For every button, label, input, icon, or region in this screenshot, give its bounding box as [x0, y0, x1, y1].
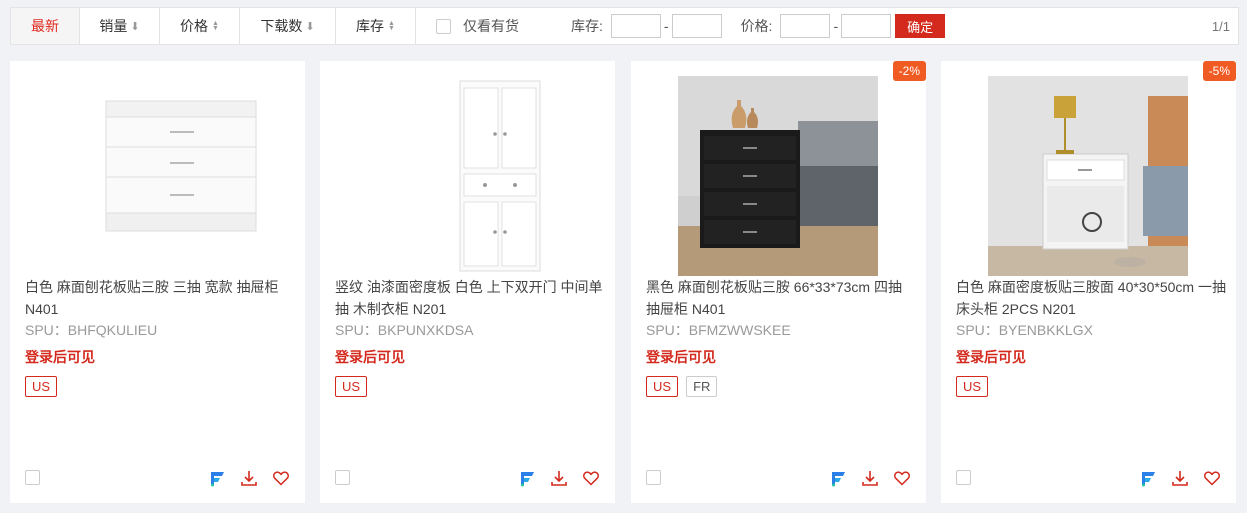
region-tag: US [646, 376, 679, 397]
stock-range: 库存: - [571, 14, 722, 38]
stock-min-input[interactable] [610, 14, 661, 38]
confirm-button[interactable]: 确定 [895, 14, 946, 38]
product-title[interactable]: 白色 麻面刨花板贴三胺 三抽 宽款 抽屉柜 N401 [25, 276, 295, 320]
region-tags: US FR [646, 376, 718, 397]
sort-newest[interactable]: 最新 [11, 8, 80, 44]
login-to-view-price[interactable]: 登录后可见 [646, 347, 716, 367]
sort-label: 价格 [180, 18, 209, 34]
heart-icon[interactable] [582, 469, 600, 487]
region-tag: FR [686, 376, 718, 397]
download-icon[interactable] [1171, 469, 1189, 487]
product-image[interactable] [90, 76, 290, 276]
in-stock-checkbox[interactable] [436, 18, 451, 34]
select-checkbox[interactable] [25, 470, 40, 485]
region-tags: US [335, 376, 368, 397]
card-footer [25, 469, 290, 487]
price-range: 价格: - 确定 [741, 14, 946, 38]
region-tag: US [25, 376, 58, 397]
product-card[interactable]: -2% 黑色 麻面刨花板贴三胺 66*33*73cm 四抽 抽屉柜 N401 S… [631, 61, 926, 503]
product-image[interactable] [678, 76, 878, 276]
sort-price[interactable]: 价格 ▲ ▼ [160, 8, 240, 44]
product-spu: SPU：BKPUNXKDSA [335, 322, 474, 338]
select-checkbox[interactable] [335, 470, 350, 485]
card-footer [335, 469, 600, 487]
region-tags: US [25, 376, 58, 397]
range-separator: - [833, 18, 839, 34]
product-image[interactable] [988, 76, 1188, 276]
sort-updown-icon: ▲ ▼ [388, 20, 395, 32]
product-image[interactable] [400, 76, 600, 276]
product-spu: SPU：BYENBKKLGX [956, 322, 1093, 338]
product-title[interactable]: 白色 麻面密度板贴三胺面 40*30*50cm 一抽 床头柜 2PCS N201 [956, 276, 1226, 320]
sort-label: 下载数 [260, 18, 303, 34]
download-icon[interactable] [550, 469, 568, 487]
region-tag: US [956, 376, 989, 397]
product-card[interactable]: 竖纹 油漆面密度板 白色 上下双开门 中间单抽 木制衣柜 N201 SPU：BK… [320, 61, 615, 503]
product-spu: SPU：BHFQKULIEU [25, 322, 158, 338]
filter-toolbar: 最新 销量 ⬇ 价格 ▲ ▼ 下载数 ⬇ 库存 ▲ ▼ 仅看有货 库存: - 价格:… [10, 7, 1239, 45]
download-icon[interactable] [240, 469, 258, 487]
publish-f-icon[interactable] [518, 469, 536, 487]
heart-icon[interactable] [1203, 469, 1221, 487]
range-separator: - [663, 18, 669, 34]
publish-f-icon[interactable] [829, 469, 847, 487]
stock-max-input[interactable] [671, 14, 722, 38]
product-spu: SPU：BFMZWWSKEE [646, 322, 791, 338]
product-title[interactable]: 黑色 麻面刨花板贴三胺 66*33*73cm 四抽 抽屉柜 N401 [646, 276, 916, 320]
select-checkbox[interactable] [646, 470, 661, 485]
region-tag: US [335, 376, 368, 397]
arrow-down-icon: ⬇ [305, 20, 315, 33]
sort-sales[interactable]: 销量 ⬇ [80, 8, 160, 44]
sort-stock[interactable]: 库存 ▲ ▼ [336, 8, 416, 44]
price-min-input[interactable] [780, 14, 831, 38]
page-indicator: 1/1 [1211, 19, 1230, 34]
discount-badge: -2% [892, 61, 926, 81]
price-max-input[interactable] [841, 14, 892, 38]
sort-label: 库存 [356, 18, 385, 34]
sort-downloads[interactable]: 下载数 ⬇ [240, 8, 336, 44]
arrow-down-icon: ⬇ [130, 20, 140, 33]
product-card[interactable]: -5% 白色 麻面密度板贴三胺面 40*30*50cm 一抽 床头柜 2PCS … [941, 61, 1236, 503]
login-to-view-price[interactable]: 登录后可见 [335, 347, 405, 367]
stock-range-label: 库存: [571, 18, 603, 34]
in-stock-filter[interactable]: 仅看有货 [436, 16, 519, 36]
select-checkbox[interactable] [956, 470, 971, 485]
card-footer [646, 469, 911, 487]
region-tags: US [956, 376, 989, 397]
product-title[interactable]: 竖纹 油漆面密度板 白色 上下双开门 中间单抽 木制衣柜 N201 [335, 276, 605, 320]
in-stock-label: 仅看有货 [463, 18, 519, 34]
heart-icon[interactable] [272, 469, 290, 487]
download-icon[interactable] [861, 469, 879, 487]
discount-badge: -5% [1202, 61, 1236, 81]
sort-updown-icon: ▲ ▼ [212, 20, 219, 32]
heart-icon[interactable] [893, 469, 911, 487]
sort-label: 最新 [31, 18, 59, 34]
product-card[interactable]: 白色 麻面刨花板贴三胺 三抽 宽款 抽屉柜 N401 SPU：BHFQKULIE… [10, 61, 305, 503]
price-range-label: 价格: [740, 18, 773, 34]
card-footer [956, 469, 1221, 487]
login-to-view-price[interactable]: 登录后可见 [25, 347, 95, 367]
publish-f-icon[interactable] [1139, 469, 1157, 487]
login-to-view-price[interactable]: 登录后可见 [956, 347, 1026, 367]
sort-label: 销量 [99, 18, 128, 34]
publish-f-icon[interactable] [208, 469, 226, 487]
